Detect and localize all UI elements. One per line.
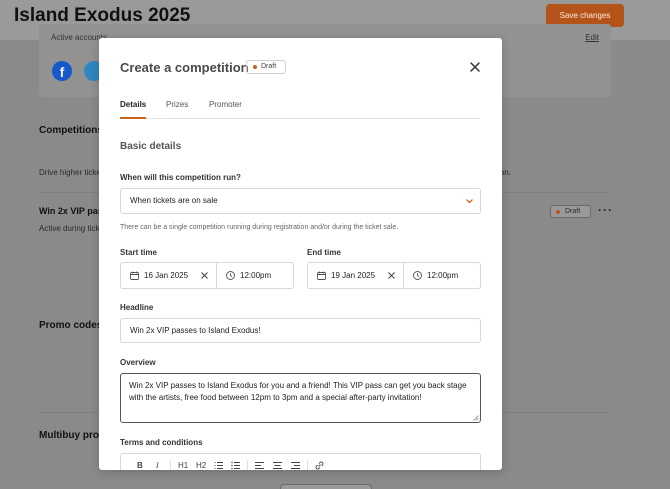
when-select[interactable]: When tickets are on sale (120, 188, 481, 214)
end-date-input[interactable]: 19 Jan 2025 (308, 263, 404, 288)
start-date-input[interactable]: 16 Jan 2025 (121, 263, 217, 288)
edit-accounts-link[interactable]: Edit (585, 33, 599, 42)
clock-icon (413, 271, 422, 280)
heading1-button[interactable]: H1 (178, 461, 188, 470)
promo-codes-heading: Promo codes (39, 320, 103, 331)
start-datetime-field: 16 Jan 2025 12:00pm (120, 262, 294, 289)
align-left-icon[interactable] (255, 461, 264, 470)
competition-row-subtitle: Active during tick (39, 224, 100, 233)
close-button[interactable] (468, 60, 482, 74)
start-time-label: Start time (120, 248, 157, 257)
end-date-value: 19 Jan 2025 (331, 271, 376, 280)
headline-input[interactable]: Win 2x VIP passes to Island Exodus! (120, 318, 481, 343)
add-button[interactable] (280, 484, 372, 489)
align-right-icon[interactable] (291, 461, 300, 470)
start-time-value: 12:00pm (240, 271, 272, 280)
toolbar-divider (247, 461, 248, 470)
create-competition-modal: Create a competition Draft Details Prize… (99, 38, 502, 470)
align-center-icon[interactable] (273, 461, 282, 470)
start-time-input[interactable]: 12:00pm (217, 263, 293, 288)
bullet-list-icon[interactable] (231, 461, 240, 470)
clock-icon (226, 271, 235, 280)
competitions-heading: Competitions (39, 125, 103, 136)
facebook-icon[interactable]: f (52, 61, 72, 81)
overview-text: Win 2x VIP passes to Island Exodus for y… (129, 381, 467, 402)
heading1-label: H1 (178, 461, 189, 470)
overview-textarea[interactable]: Win 2x VIP passes to Island Exodus for y… (120, 373, 481, 423)
competition-status-badge: Draft (550, 205, 591, 218)
bold-button[interactable]: B (137, 461, 143, 470)
section-title: Basic details (120, 141, 182, 152)
status-badge: Draft (246, 60, 286, 74)
heading2-label: H2 (196, 461, 207, 470)
calendar-icon (317, 271, 326, 280)
end-time-input[interactable]: 12:00pm (404, 263, 480, 288)
more-options-icon[interactable]: ··· (598, 203, 613, 217)
clear-icon[interactable] (201, 272, 208, 279)
tab-prizes[interactable]: Prizes (166, 100, 188, 109)
resize-handle-icon[interactable] (473, 415, 479, 421)
italic-button[interactable]: I (156, 461, 159, 470)
when-label: When will this competition run? (120, 173, 241, 182)
end-datetime-field: 19 Jan 2025 12:00pm (307, 262, 481, 289)
start-date-value: 16 Jan 2025 (144, 271, 189, 280)
toolbar-divider (170, 461, 171, 470)
end-time-value: 12:00pm (427, 271, 459, 280)
tab-promoter[interactable]: Promoter (209, 100, 242, 109)
calendar-icon (130, 271, 139, 280)
competitions-description: Drive higher ticke (39, 168, 101, 177)
end-time-label: End time (307, 248, 341, 257)
link-icon[interactable] (315, 461, 324, 470)
active-tab-indicator (120, 117, 146, 119)
toolbar-divider (307, 461, 308, 470)
clear-icon[interactable] (388, 272, 395, 279)
modal-tabs: Details Prizes Promoter (120, 100, 480, 119)
rich-text-toolbar: B I H1 H2 (120, 453, 481, 470)
competition-row-title[interactable]: Win 2x VIP pas (39, 206, 103, 216)
close-icon (470, 62, 480, 72)
headline-label: Headline (120, 303, 154, 312)
when-helper-text: There can be a single competition runnin… (120, 224, 399, 231)
multibuy-heading: Multibuy prom (39, 430, 108, 441)
tab-details[interactable]: Details (120, 100, 146, 109)
overview-label: Overview (120, 358, 156, 367)
terms-label: Terms and conditions (120, 438, 203, 447)
when-select-value: When tickets are on sale (130, 196, 218, 205)
ordered-list-icon[interactable] (214, 461, 223, 470)
modal-title: Create a competition (120, 60, 249, 75)
chevron-down-icon (466, 199, 473, 204)
heading2-button[interactable]: H2 (196, 461, 206, 470)
